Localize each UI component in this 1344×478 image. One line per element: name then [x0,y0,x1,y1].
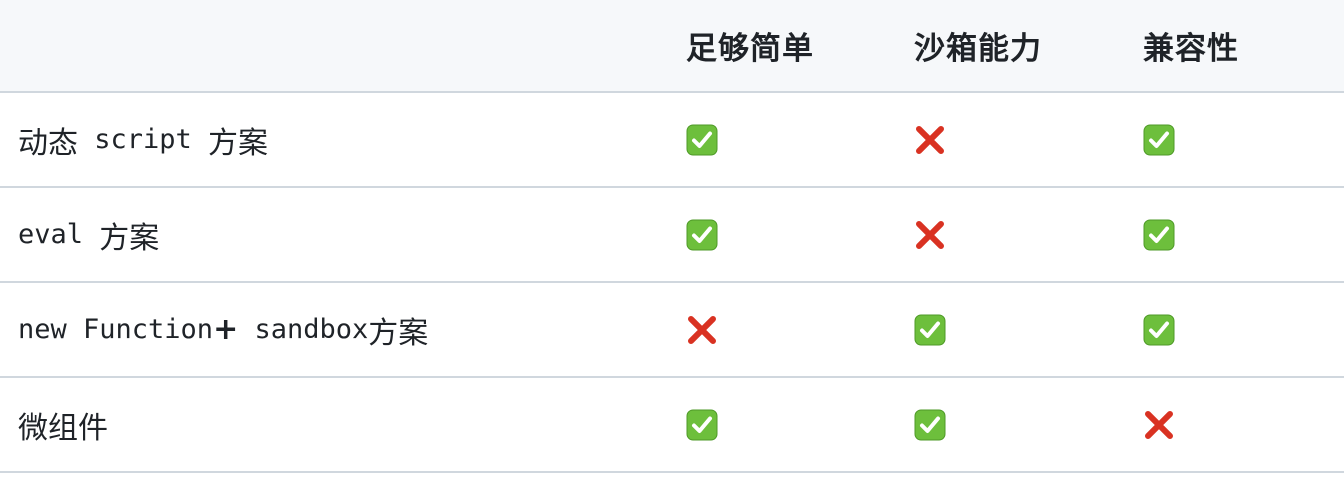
code-text: script [78,124,209,155]
check-icon [1143,219,1175,251]
cross-icon [914,219,946,251]
row-label: 动态 script 方案 [18,93,268,186]
status-cell [914,188,946,281]
label-text: 方案 [208,125,269,161]
status-cell [1143,93,1175,186]
row-label: new Function + sandbox 方案 [18,283,428,376]
check-icon [1143,314,1175,346]
status-cell [686,188,718,281]
code-text: new Function [18,314,214,345]
label-text: 方案 [99,220,160,256]
label-text: + [213,312,239,347]
check-icon [686,124,718,156]
status-cell [1143,188,1175,281]
cross-icon [1143,409,1175,441]
label-text: 方案 [368,315,429,351]
status-cell [914,93,946,186]
table-body: 动态 script 方案 eval 方案 new Function + sandbox… [0,93,1344,473]
status-cell [914,378,946,471]
table-row: 微组件 [0,378,1344,473]
cross-icon [914,124,946,156]
row-label: 微组件 [18,378,108,471]
check-icon [914,314,946,346]
check-icon [1143,124,1175,156]
label-text: 微组件 [18,410,108,446]
status-cell [1143,283,1175,376]
check-icon [686,409,718,441]
code-text: sandbox [238,314,369,345]
table-row: 动态 script 方案 [0,93,1344,188]
cross-icon [686,314,718,346]
check-icon [914,409,946,441]
header-simplicity: 足够简单 [686,31,814,67]
status-cell [686,93,718,186]
row-label: eval 方案 [18,188,159,281]
table-header-row: 足够简单 沙箱能力 兼容性 [0,0,1344,93]
check-icon [686,219,718,251]
status-cell [1143,378,1175,471]
comparison-table: 足够简单 沙箱能力 兼容性 动态 script 方案 eval 方案 new Fun… [0,0,1344,473]
label-text: 动态 [18,125,78,161]
status-cell [914,283,946,376]
header-sandbox: 沙箱能力 [914,31,1042,67]
status-cell [686,283,718,376]
table-row: new Function + sandbox 方案 [0,283,1344,378]
status-cell [686,378,718,471]
code-text: eval [18,219,100,250]
table-row: eval 方案 [0,188,1344,283]
header-compatibility: 兼容性 [1143,31,1239,67]
